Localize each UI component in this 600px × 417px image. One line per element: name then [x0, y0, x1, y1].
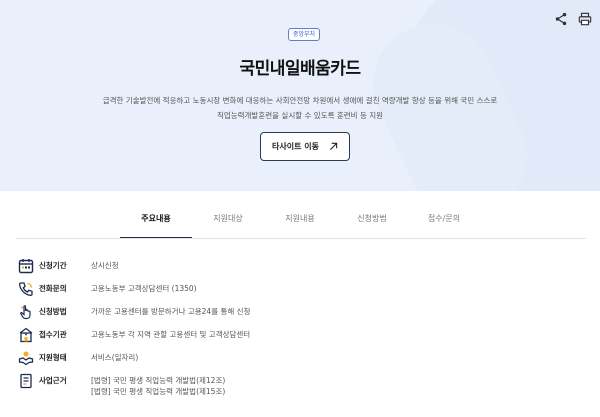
tab-how-to-apply[interactable]: 신청방법	[336, 212, 408, 238]
share-icon[interactable]	[554, 12, 568, 26]
info-label: 전화문의	[39, 284, 67, 293]
info-row-method: 신청방법 가까운 고용센터를 방문하거나 고용24를 통해 신청	[18, 302, 578, 325]
arrow-up-right-icon	[329, 142, 338, 151]
info-value: 서비스(일자리)	[91, 353, 139, 362]
tab-bar: 주요내용 지원대상 지원내용 신청방법 접수/문의	[120, 212, 480, 239]
tab-support-details[interactable]: 지원내용	[264, 212, 336, 238]
info-row-agency: 접수기관 고용노동부 각 지역 관할 고용센터 및 고객상담센터	[18, 325, 578, 348]
external-site-button[interactable]: 타사이트 이동	[260, 132, 350, 161]
info-value: 고용노동부 고객상담센터 (1350)	[91, 284, 197, 293]
tab-eligibility[interactable]: 지원대상	[192, 212, 264, 238]
info-value: 고용노동부 각 지역 관할 고용센터 및 고객상담센터	[91, 330, 251, 339]
page-title: 국민내일배움카드	[239, 59, 361, 79]
info-label: 접수기관	[39, 330, 67, 339]
category-badge: 중앙부처	[288, 28, 321, 41]
description-line: 직업능력개발훈련을 실시할 수 있도록 훈련비 등 지원	[216, 111, 384, 120]
tab-main-content[interactable]: 주요내용	[120, 212, 192, 239]
document-icon	[20, 373, 32, 389]
tab-contact[interactable]: 접수/문의	[408, 212, 480, 238]
phone-icon	[18, 282, 33, 297]
info-label: 신청기간	[39, 261, 67, 270]
info-value: 상시신청	[91, 261, 119, 270]
info-row-support-type: 지원형태 서비스(일자리)	[18, 348, 578, 371]
tab-divider	[16, 238, 586, 239]
calendar-icon	[18, 259, 34, 274]
info-list: 신청기간 상시신청 전화문의 고용노동부 고객상담센터 (1350) 신청방법 …	[18, 256, 578, 411]
pointer-icon	[20, 305, 31, 320]
info-row-period: 신청기간 상시신청	[18, 256, 578, 279]
building-icon	[19, 327, 33, 343]
info-value: 가까운 고용센터를 방문하거나 고용24를 통해 신청	[91, 307, 251, 316]
info-label: 신청방법	[39, 307, 67, 316]
hero-banner: 중앙부처 국민내일배움카드 급격한 기술발전에 적응하고 노동시장 변화에 대응…	[0, 0, 600, 191]
legal-basis-line: [법령] 국민 평생 직업능력 개발법(제15조)	[91, 387, 226, 396]
info-label: 사업근거	[39, 376, 67, 385]
print-icon[interactable]	[578, 12, 592, 26]
external-site-label: 타사이트 이동	[272, 142, 319, 151]
legal-basis-line: [법령] 국민 평생 직업능력 개발법(제12조)	[91, 376, 226, 385]
info-row-phone: 전화문의 고용노동부 고객상담센터 (1350)	[18, 279, 578, 302]
description: 급격한 기술발전에 적응하고 노동시장 변화에 대응하는 사회안전망 차원에서 …	[60, 93, 540, 123]
info-value: [법령] 국민 평생 직업능력 개발법(제12조) [법령] 국민 평생 직업능…	[91, 371, 225, 397]
top-actions	[554, 12, 592, 26]
description-line: 급격한 기술발전에 적응하고 노동시장 변화에 대응하는 사회안전망 차원에서 …	[102, 96, 498, 105]
info-row-legal-basis: 사업근거 [법령] 국민 평생 직업능력 개발법(제12조) [법령] 국민 평…	[18, 371, 578, 411]
handshake-icon	[18, 351, 34, 366]
info-label: 지원형태	[39, 353, 67, 362]
